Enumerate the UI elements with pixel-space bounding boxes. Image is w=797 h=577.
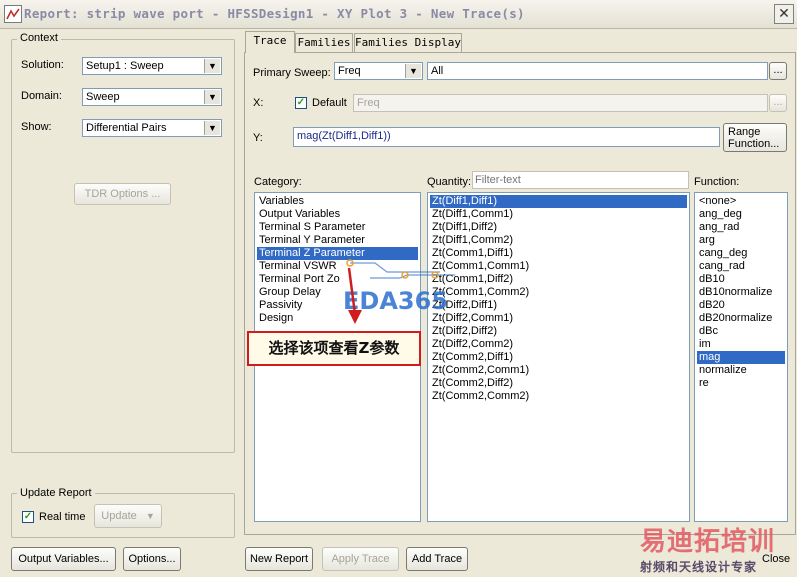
list-item[interactable]: Zt(Diff1,Comm1)	[430, 208, 515, 221]
show-label: Show:	[21, 121, 52, 133]
sweep-range-ellipsis-button[interactable]: ...	[769, 62, 787, 80]
tab-families[interactable]: Families	[295, 33, 353, 52]
list-item[interactable]: Terminal Y Parameter	[257, 234, 367, 247]
new-report-button[interactable]: New Report	[245, 547, 313, 571]
list-item[interactable]: cang_deg	[697, 247, 749, 260]
chevron-down-icon: ▼	[204, 59, 220, 73]
update-button[interactable]: Update ▼	[94, 504, 162, 528]
primary-sweep-select[interactable]: Freq ▼	[334, 62, 423, 80]
list-item[interactable]: Terminal VSWR	[257, 260, 339, 273]
list-item[interactable]: re	[697, 377, 711, 390]
list-item[interactable]: Group Delay	[257, 286, 323, 299]
list-item[interactable]: dB10normalize	[697, 286, 774, 299]
list-item[interactable]: Passivity	[257, 299, 304, 312]
tab-families-display[interactable]: Families Display	[354, 33, 462, 52]
title-bar: Report: strip wave port - HFSSDesign1 - …	[0, 0, 797, 29]
primary-sweep-value: Freq	[338, 65, 361, 77]
show-select[interactable]: Differential Pairs ▼	[82, 119, 222, 137]
sweep-range-field[interactable]: All	[427, 62, 768, 80]
primary-sweep-label: Primary Sweep:	[253, 67, 331, 79]
list-item[interactable]: Zt(Diff2,Comm2)	[430, 338, 515, 351]
list-item[interactable]: cang_rad	[697, 260, 747, 273]
quantity-list: Zt(Diff1,Diff1) Zt(Diff1,Comm1) Zt(Diff1…	[427, 192, 690, 522]
realtime-checkbox[interactable]: ✓	[22, 511, 34, 523]
list-item[interactable]: Terminal S Parameter	[257, 221, 367, 234]
list-item[interactable]: arg	[697, 234, 717, 247]
y-expression-value: mag(Zt(Diff1,Diff1))	[297, 130, 391, 142]
list-item[interactable]: ang_rad	[697, 221, 741, 234]
solution-label: Solution:	[21, 59, 64, 71]
chevron-down-icon: ▼	[145, 511, 155, 521]
solution-select[interactable]: Setup1 : Sweep ▼	[82, 57, 222, 75]
list-item-selected[interactable]: mag	[697, 351, 785, 364]
watermark-brand: 易迪拓培训	[640, 527, 776, 557]
x-value: Freq	[357, 97, 380, 109]
apply-trace-button[interactable]: Apply Trace	[322, 547, 399, 571]
y-label: Y:	[253, 132, 263, 144]
chevron-down-icon: ▼	[204, 90, 220, 104]
list-item[interactable]: Output Variables	[257, 208, 342, 221]
context-group-title: Context	[17, 32, 61, 44]
list-item[interactable]: ang_deg	[697, 208, 744, 221]
quantity-filter-input[interactable]	[472, 171, 689, 189]
function-label: Function:	[694, 176, 740, 188]
x-ellipsis-button[interactable]: ...	[769, 94, 787, 112]
list-item[interactable]: dB20normalize	[697, 312, 774, 325]
realtime-label: Real time	[39, 511, 86, 523]
list-item[interactable]: Zt(Diff2,Diff2)	[430, 325, 499, 338]
x-field[interactable]: Freq	[353, 94, 768, 112]
range-function-line2: Function...	[728, 138, 780, 150]
list-item[interactable]: Terminal Port Zo	[257, 273, 342, 286]
window-title: Report: strip wave port - HFSSDesign1 - …	[24, 6, 525, 21]
list-item[interactable]: Zt(Comm2,Diff2)	[430, 377, 515, 390]
sweep-range-value: All	[431, 65, 444, 77]
add-trace-button[interactable]: Add Trace	[406, 547, 468, 571]
list-item[interactable]: dB10	[697, 273, 727, 286]
options-button[interactable]: Options...	[123, 547, 181, 571]
y-expression-field[interactable]: mag(Zt(Diff1,Diff1))	[293, 127, 720, 147]
show-value: Differential Pairs	[86, 122, 167, 134]
category-label: Category:	[254, 176, 302, 188]
range-function-line1: Range	[728, 126, 761, 138]
list-item[interactable]: Zt(Comm2,Diff1)	[430, 351, 515, 364]
tdr-options-button[interactable]: TDR Options ...	[74, 183, 171, 205]
solution-value: Setup1 : Sweep	[86, 60, 164, 72]
list-item[interactable]: Zt(Diff1,Comm2)	[430, 234, 515, 247]
chevron-down-icon: ▼	[204, 121, 220, 135]
quantity-label: Quantity:	[427, 176, 472, 188]
list-item[interactable]: dB20	[697, 299, 727, 312]
list-item[interactable]: normalize	[697, 364, 749, 377]
watermark-subtitle: 射频和天线设计专家	[640, 560, 758, 574]
list-item-selected[interactable]: Zt(Diff1,Diff1)	[430, 195, 687, 208]
domain-value: Sweep	[86, 91, 120, 103]
function-list: <none> ang_deg ang_rad arg cang_deg cang…	[694, 192, 788, 522]
list-item[interactable]: im	[697, 338, 713, 351]
default-checkbox[interactable]: ✓	[295, 97, 307, 109]
update-report-title: Update Report	[17, 487, 95, 499]
annotation-arrow	[347, 267, 362, 324]
output-variables-button[interactable]: Output Variables...	[11, 547, 116, 571]
list-item[interactable]: Zt(Comm2,Comm1)	[430, 364, 531, 377]
default-label: Default	[312, 97, 347, 109]
app-icon	[4, 5, 22, 23]
chevron-down-icon: ▼	[405, 64, 421, 78]
tab-trace[interactable]: Trace	[245, 31, 295, 53]
range-function-button[interactable]: Range Function...	[723, 123, 787, 152]
list-item[interactable]: Variables	[257, 195, 306, 208]
list-item[interactable]: dBc	[697, 325, 720, 338]
list-item[interactable]: Zt(Comm2,Comm2)	[430, 390, 531, 403]
domain-select[interactable]: Sweep ▼	[82, 88, 222, 106]
domain-label: Domain:	[21, 90, 62, 102]
list-item[interactable]: <none>	[697, 195, 738, 208]
update-label: Update	[101, 510, 137, 522]
list-item[interactable]: Zt(Diff1,Diff2)	[430, 221, 499, 234]
annotation-callout: 选择该项查看Z参数	[247, 331, 421, 366]
close-icon[interactable]: ✕	[774, 4, 794, 24]
list-item[interactable]: Design	[257, 312, 295, 325]
x-label: X:	[253, 97, 264, 109]
